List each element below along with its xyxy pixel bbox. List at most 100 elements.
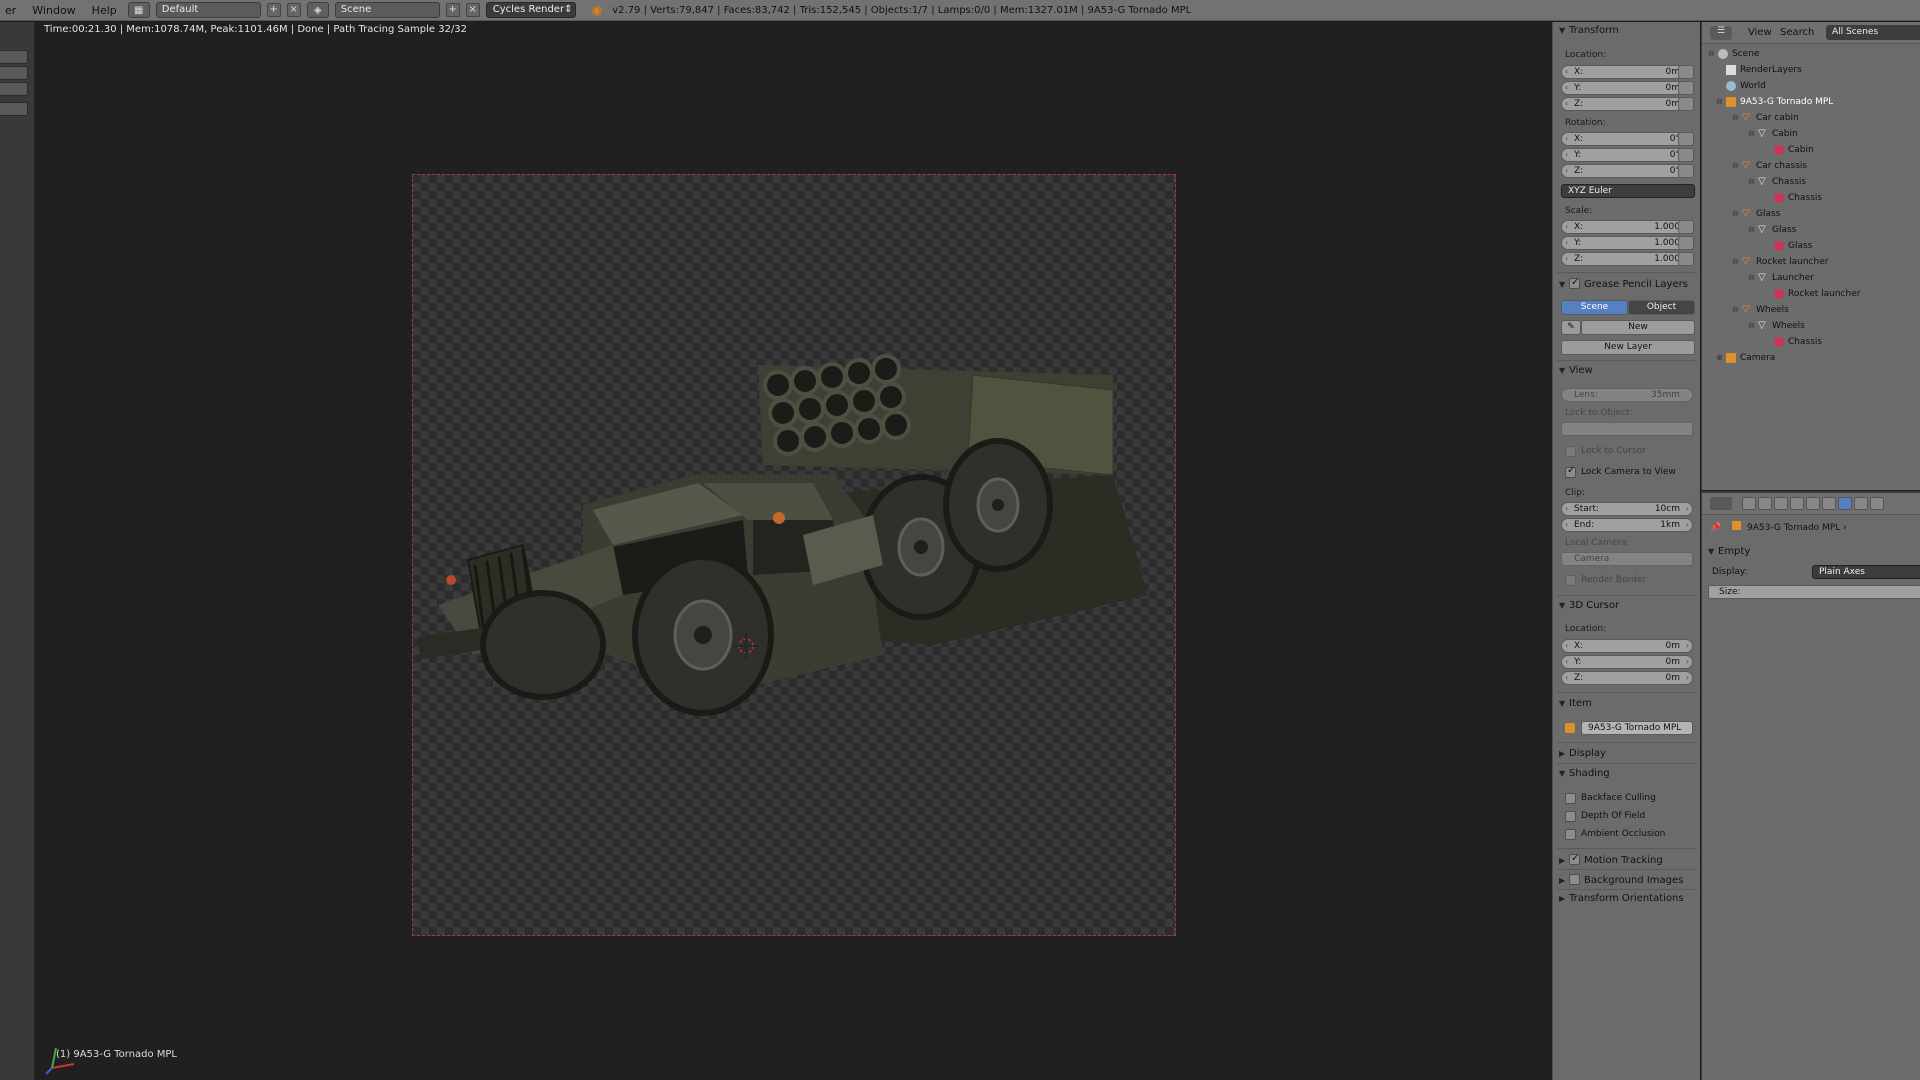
shading-panel-header[interactable]: ▼ Shading (1559, 767, 1610, 781)
3d-viewport[interactable]: Time:00:21.30 | Mem:1078.74M, Peak:1101.… (36, 22, 1552, 1080)
lock-icon[interactable] (1678, 164, 1694, 178)
layers-tab-icon[interactable] (1758, 497, 1772, 510)
screen-layout-field[interactable]: Default (155, 2, 261, 18)
outliner-row-launcher-mesh[interactable]: ⊖ ▽ Launcher (1748, 270, 1814, 286)
lens-field[interactable]: Lens: 35mm (1561, 388, 1693, 402)
outliner-row-wheels-material[interactable]: Chassis (1774, 334, 1822, 350)
data-tab-icon[interactable] (1838, 497, 1852, 510)
pin-icon[interactable]: 📌 (1710, 523, 1721, 533)
lock-cursor-checkbox[interactable] (1565, 446, 1576, 457)
menu-help[interactable]: Help (87, 4, 122, 17)
transform-orientations-header[interactable]: ▶ Transform Orientations (1559, 892, 1684, 906)
rotation-z-field[interactable]: ‹Z:0°› (1561, 164, 1693, 178)
menu-window[interactable]: Window (27, 4, 80, 17)
render-tab-icon[interactable] (1742, 497, 1756, 510)
constraints-tab-icon[interactable] (1822, 497, 1836, 510)
shelf-tab-4[interactable] (0, 102, 28, 116)
lock-icon[interactable] (1678, 97, 1694, 111)
view-panel-header[interactable]: ▼ View (1559, 364, 1593, 378)
add-scene-button[interactable]: + (445, 3, 460, 17)
outliner-row-glass-material[interactable]: Glass (1774, 238, 1812, 254)
cursor-z-field[interactable]: ‹ Z: 0m › (1561, 671, 1693, 685)
outliner-row-chassis-material[interactable]: Chassis (1774, 190, 1822, 206)
outliner-row-rocket-launcher[interactable]: ⊖ ▽ Rocket launcher (1732, 254, 1828, 270)
lock-icon[interactable] (1678, 252, 1694, 266)
screen-layout-icon[interactable]: ▦ (127, 2, 150, 18)
transform-panel-header[interactable]: ▼ Transform (1559, 24, 1619, 38)
scene-icon[interactable]: ◈ (306, 2, 329, 18)
outliner-row-cabin-mesh[interactable]: ⊖ ▽ Cabin (1748, 126, 1798, 142)
remove-layout-button[interactable]: × (286, 3, 301, 17)
item-panel-header[interactable]: ▼ Item (1559, 697, 1592, 711)
editor-type-icon[interactable] (1710, 497, 1732, 510)
backface-checkbox[interactable] (1565, 793, 1576, 804)
local-camera-field[interactable]: Camera (1561, 552, 1693, 566)
rotation-x-field[interactable]: ‹X:0°› (1561, 132, 1693, 146)
cursor-y-field[interactable]: ‹ Y: 0m › (1561, 655, 1693, 669)
clip-end-field[interactable]: ‹ End: 1km › (1561, 518, 1693, 532)
physics-tab-icon[interactable] (1854, 497, 1868, 510)
lock-icon[interactable] (1678, 236, 1694, 250)
outliner-row-wheels-mesh[interactable]: ⊖ ▽ Wheels (1748, 318, 1805, 334)
outliner-search-menu[interactable]: Search (1780, 27, 1814, 38)
clip-start-field[interactable]: ‹ Start: 10cm › (1561, 502, 1693, 516)
background-images-checkbox[interactable] (1569, 874, 1580, 885)
outliner-view-menu[interactable]: View (1748, 27, 1772, 38)
scale-z-field[interactable]: ‹Z:1.000› (1561, 252, 1693, 266)
location-x-field[interactable]: ‹X:0m› (1561, 65, 1693, 79)
add-layout-button[interactable]: + (266, 3, 281, 17)
grease-pencil-checkbox[interactable] (1569, 276, 1580, 290)
lock-icon[interactable] (1678, 81, 1694, 95)
lock-object-field[interactable] (1561, 422, 1693, 436)
location-y-field[interactable]: ‹Y:0m› (1561, 81, 1693, 95)
cursor-x-field[interactable]: ‹ X: 0m › (1561, 639, 1693, 653)
particles-tab-icon[interactable] (1870, 497, 1884, 510)
shelf-tab-2[interactable] (0, 66, 28, 80)
outliner-row-launcher-material[interactable]: Rocket launcher (1774, 286, 1860, 302)
lock-icon[interactable] (1678, 132, 1694, 146)
display-mode-select[interactable]: All Scenes (1826, 25, 1920, 40)
outliner-row-world[interactable]: World (1726, 78, 1766, 94)
lock-icon[interactable] (1678, 148, 1694, 162)
scale-x-field[interactable]: ‹X:1.000› (1561, 220, 1693, 234)
rotation-y-field[interactable]: ‹Y:0°› (1561, 148, 1693, 162)
ao-checkbox[interactable] (1565, 829, 1576, 840)
outliner-row-tornado[interactable]: ⊖ 9A53-G Tornado MPL (1716, 94, 1833, 110)
object-tab-icon[interactable] (1806, 497, 1820, 510)
outliner-row-glass[interactable]: ⊖ ▽ Glass (1732, 206, 1780, 222)
dof-checkbox[interactable] (1565, 811, 1576, 822)
render-border-checkbox[interactable] (1565, 575, 1576, 586)
lock-icon[interactable] (1678, 65, 1694, 79)
scene-field[interactable]: Scene (334, 2, 440, 18)
shelf-tab-1[interactable] (0, 50, 28, 64)
display-type-select[interactable]: Plain Axes (1812, 565, 1920, 579)
grease-tab-scene[interactable]: Scene (1561, 300, 1628, 315)
motion-tracking-checkbox[interactable] (1569, 852, 1580, 866)
lock-camera-checkbox[interactable] (1565, 465, 1576, 478)
location-z-field[interactable]: ‹Z:0m› (1561, 97, 1693, 111)
editor-type-icon[interactable]: ☰ (1710, 26, 1732, 40)
motion-tracking-header[interactable]: ▶ Motion Tracking (1559, 852, 1663, 866)
outliner-row-renderlayers[interactable]: RenderLayers (1726, 62, 1802, 78)
background-images-header[interactable]: ▶ Background Images (1559, 872, 1683, 886)
grease-tab-object[interactable]: Object (1628, 300, 1695, 315)
outliner-row-chassis-mesh[interactable]: ⊖ ▽ Chassis (1748, 174, 1806, 190)
new-grease-button[interactable]: New (1581, 320, 1695, 335)
world-tab-icon[interactable] (1790, 497, 1804, 510)
outliner-row-car-cabin[interactable]: ⊖ ▽ Car cabin (1732, 110, 1799, 126)
new-layer-button[interactable]: New Layer (1561, 340, 1695, 355)
remove-scene-button[interactable]: × (465, 3, 480, 17)
scene-tab-icon[interactable] (1774, 497, 1788, 510)
item-name-field[interactable]: 9A53-G Tornado MPL (1581, 721, 1693, 735)
outliner-row-scene[interactable]: ⊖ Scene (1708, 46, 1759, 62)
lock-icon[interactable] (1678, 220, 1694, 234)
outliner-row-car-chassis[interactable]: ⊖ ▽ Car chassis (1732, 158, 1807, 174)
outliner-row-camera[interactable]: ⊕ Camera (1716, 350, 1775, 366)
menu-render[interactable]: er (0, 4, 21, 17)
cursor-panel-header[interactable]: ▼ 3D Cursor (1559, 599, 1619, 613)
shelf-tab-3[interactable] (0, 82, 28, 96)
rotation-mode-select[interactable]: XYZ Euler (1561, 184, 1695, 198)
size-field[interactable]: Size: (1708, 585, 1920, 599)
outliner-row-cabin-material[interactable]: Cabin (1774, 142, 1814, 158)
outliner-row-wheels[interactable]: ⊖ ▽ Wheels (1732, 302, 1789, 318)
